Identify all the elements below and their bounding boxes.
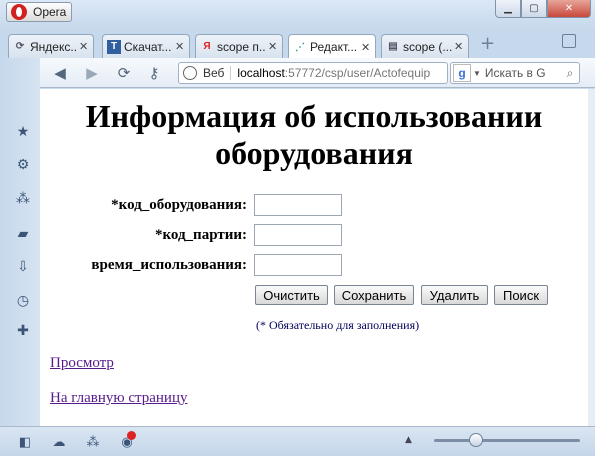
tab-label: Яндекс... — [30, 39, 77, 54]
search-button[interactable]: Поиск — [494, 285, 548, 305]
add-panel-icon[interactable]: ✚ — [15, 323, 31, 339]
unite-status-icon[interactable]: ⁂ — [85, 434, 101, 450]
vertical-scrollbar[interactable] — [588, 89, 595, 426]
key-icon[interactable]: ⚷ — [144, 63, 164, 83]
page-icon: ▤ — [388, 41, 398, 52]
form-row-batch-code: *код_партии: — [40, 224, 588, 246]
t-icon: T — [107, 39, 121, 54]
reload-icon[interactable]: ⟳ — [114, 63, 134, 83]
form-row-equipment-code: *код_оборудования: — [40, 194, 588, 216]
tab-scope[interactable]: ▤ scope (... ✕ — [381, 34, 469, 58]
close-tab-icon[interactable]: ✕ — [361, 41, 371, 54]
close-tab-icon[interactable]: ✕ — [268, 40, 278, 53]
closed-tabs-icon[interactable] — [562, 34, 576, 48]
opera-logo-icon — [11, 4, 27, 20]
required-note: (* Обязательно для заполнения) — [256, 318, 420, 332]
back-icon[interactable]: ◀ — [50, 63, 70, 83]
tab-label: scope п... — [217, 39, 266, 54]
close-tab-icon[interactable]: ✕ — [454, 40, 464, 53]
title-bar: Opera ▁ ▢ ✕ — [0, 0, 595, 30]
address-toolbar: ◀ ▶ ⟳ ⚷ Веб localhost :57772/csp/user/Ac… — [40, 58, 595, 88]
batch-code-input[interactable] — [254, 224, 342, 246]
view-options-icon[interactable]: ▲ — [405, 435, 412, 445]
page-title: Информация об использовании оборудования — [85, 98, 543, 171]
new-tab-button[interactable]: + — [480, 35, 495, 53]
web-badge: Веб — [203, 66, 232, 80]
close-tab-icon[interactable]: ✕ — [79, 40, 89, 53]
window-controls: ▁ ▢ ✕ — [495, 0, 591, 18]
form-row-usage-time: время_использования: — [40, 254, 588, 276]
url-path: :57772/csp/user/Actofequip — [284, 66, 431, 80]
yandex-y-icon: Я — [203, 41, 211, 52]
home-link[interactable]: На главную страницу — [50, 390, 187, 407]
save-button[interactable]: Сохранить — [334, 285, 414, 305]
tab-scope-search[interactable]: Я scope п... ✕ — [195, 34, 283, 58]
panel-toggle-icon[interactable]: ◧ — [17, 434, 33, 450]
maximize-button[interactable]: ▢ — [521, 0, 547, 18]
zoom-slider-track[interactable] — [434, 439, 580, 442]
gear-icon[interactable]: ⚙ — [15, 157, 31, 173]
equipment-code-input[interactable] — [254, 194, 342, 216]
forward-icon[interactable]: ▶ — [82, 63, 102, 83]
history-clock-icon[interactable]: ◷ — [15, 293, 31, 309]
view-link[interactable]: Просмотр — [50, 355, 114, 372]
close-window-button[interactable]: ✕ — [547, 0, 591, 18]
batch-code-label: *код_партии: — [154, 227, 247, 243]
search-placeholder: Искать в G — [484, 66, 546, 80]
close-tab-icon[interactable]: ✕ — [175, 40, 185, 53]
tab-label: scope (... — [403, 39, 452, 54]
search-icon[interactable]: ⌕ — [561, 66, 579, 81]
clear-button[interactable]: Очистить — [255, 285, 328, 305]
bookmarks-star-icon[interactable]: ★ — [15, 124, 31, 140]
status-bar: ◧ ☁ ⁂ ◉ ▲ — [0, 426, 595, 456]
chevron-down-icon[interactable]: ▼ — [473, 69, 481, 78]
tab-editor[interactable]: ⋰ Редакт... ✕ — [288, 34, 376, 59]
zoom-slider-handle[interactable] — [469, 433, 483, 447]
tab-yandex[interactable]: ⟳ Яндекс... ✕ — [8, 34, 94, 58]
address-field[interactable]: Веб localhost :57772/csp/user/Actofequip — [178, 62, 448, 84]
search-field[interactable]: g ▼ Искать в G ⌕ — [450, 62, 580, 84]
usage-time-input[interactable] — [254, 254, 342, 276]
opera-menu-label: Opera — [33, 5, 67, 19]
equipment-code-label: *код_оборудования: — [111, 197, 247, 213]
google-icon[interactable]: g — [453, 64, 471, 82]
chart-icon: ⋰ — [295, 41, 305, 53]
tab-bar: ⟳ Яндекс... ✕ T Скачат... ✕ Я scope п...… — [0, 30, 595, 59]
tab-download[interactable]: T Скачат... ✕ — [102, 34, 190, 58]
url-host: localhost — [237, 66, 285, 80]
reload-tab-icon: ⟳ — [15, 41, 25, 52]
minimize-button[interactable]: ▁ — [495, 0, 521, 18]
page-content: Информация об использовании оборудования… — [40, 89, 588, 426]
delete-button[interactable]: Удалить — [421, 285, 488, 305]
tab-label: Скачат... — [124, 39, 172, 54]
opera-menu-button[interactable]: Opera — [6, 2, 72, 22]
usage-time-label: время_использования: — [91, 257, 247, 273]
cloud-icon[interactable]: ☁ — [51, 434, 67, 450]
notification-badge — [127, 431, 136, 440]
tab-label: Редакт... — [310, 40, 358, 54]
globe-icon — [183, 66, 197, 80]
